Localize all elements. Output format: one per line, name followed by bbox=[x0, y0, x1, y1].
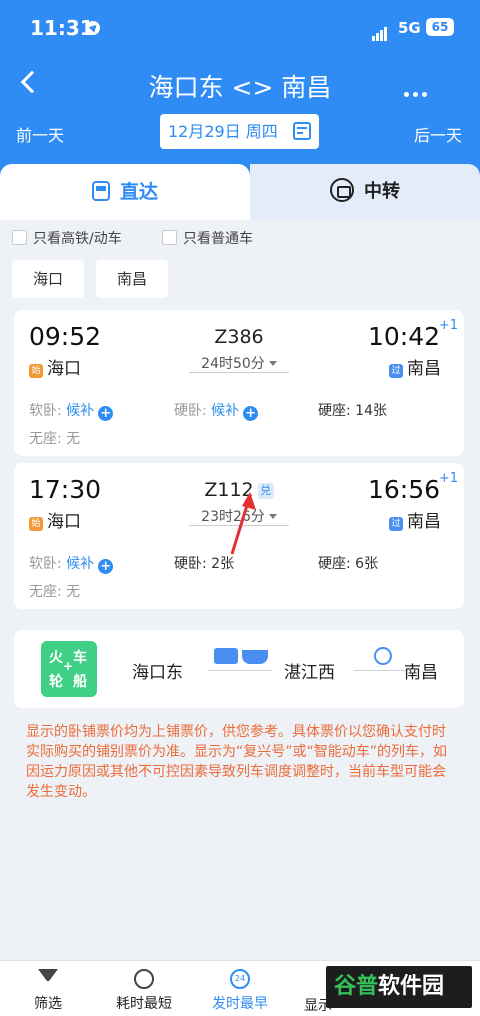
next-day-button[interactable]: 后一天 bbox=[414, 122, 462, 146]
sort-duration-button[interactable]: 耗时最短 bbox=[96, 969, 192, 1013]
sort-earliest-button[interactable]: 24 发时最早 bbox=[192, 969, 288, 1013]
calendar-icon bbox=[293, 122, 311, 140]
checkbox-icon bbox=[162, 230, 177, 245]
pass-badge: 过 bbox=[389, 517, 403, 531]
pass-badge: 过 bbox=[389, 364, 403, 378]
network-label: 5G bbox=[398, 19, 421, 37]
transfer-icon bbox=[330, 178, 354, 202]
date-label: 12月29日 周四 bbox=[168, 122, 278, 141]
seat-no-seat: 无座: 无 bbox=[29, 584, 81, 600]
seat-hard-seat: 硬座: 14张 bbox=[318, 403, 387, 419]
watermark-logo: 谷普软件园 bbox=[326, 966, 472, 1008]
fare-notice: 显示的卧铺票价均为上铺票价，供您参考。具体票价以您确认支付时实际购买的铺别票价为… bbox=[26, 724, 448, 800]
train-icon bbox=[91, 180, 110, 201]
seat-hard-seat: 硬座: 6张 bbox=[318, 556, 379, 572]
transfer-via-station: 湛江西 bbox=[284, 663, 335, 683]
transfer-from-station: 海口东 bbox=[132, 663, 183, 683]
start-badge: 始 bbox=[29, 364, 43, 378]
status-time: 11:31 bbox=[30, 16, 94, 40]
chevron-down-icon bbox=[268, 361, 277, 366]
divider bbox=[354, 670, 406, 671]
day-offset: +1 bbox=[438, 318, 458, 333]
train-card-z386[interactable]: 09:52 Z386 24时50分 10:42 +1 始海口 过南昌 软卧: 候… bbox=[14, 310, 464, 456]
depart-station: 始海口 bbox=[29, 354, 81, 379]
divider bbox=[208, 670, 272, 671]
station-filter-haikou[interactable]: 海口 bbox=[12, 260, 84, 298]
signal-icon bbox=[372, 22, 388, 41]
arrive-station: 过南昌 bbox=[389, 354, 441, 379]
arrive-station: 过南昌 bbox=[389, 507, 441, 532]
train-station-icon bbox=[374, 647, 392, 665]
seat-soft-sleeper[interactable]: 软卧: 候补 + bbox=[29, 400, 114, 421]
clock-icon bbox=[134, 969, 154, 989]
seat-no-seat: 无座: 无 bbox=[29, 431, 81, 447]
checkbox-icon bbox=[12, 230, 27, 245]
chevron-down-icon bbox=[268, 514, 277, 519]
annotation-arrow-icon bbox=[230, 492, 256, 555]
tab-direct[interactable]: 直达 bbox=[0, 164, 250, 220]
battery-icon: 65 bbox=[426, 18, 454, 36]
add-waitlist-icon[interactable]: + bbox=[98, 559, 114, 574]
more-icon[interactable] bbox=[404, 82, 431, 101]
divider bbox=[189, 372, 289, 373]
normal-only-checkbox[interactable]: 只看普通车 bbox=[162, 228, 253, 248]
add-waitlist-icon[interactable]: + bbox=[98, 406, 114, 421]
arrive-time: 10:42 bbox=[367, 322, 440, 351]
ferry-badge-icon: 火 车 轮 + 船 bbox=[41, 641, 97, 697]
transfer-to-station: 南昌 bbox=[404, 663, 438, 683]
24h-icon: 24 bbox=[230, 969, 250, 989]
bus-icon bbox=[214, 648, 238, 664]
start-badge: 始 bbox=[29, 517, 43, 531]
depart-station: 始海口 bbox=[29, 507, 81, 532]
prev-day-button[interactable]: 前一天 bbox=[16, 122, 64, 146]
high-speed-only-checkbox[interactable]: 只看高铁/动车 bbox=[12, 228, 122, 248]
ferry-transfer-card[interactable]: 火 车 轮 + 船 海口东 湛江西 南昌 bbox=[14, 630, 464, 708]
location-icon bbox=[86, 21, 100, 35]
arrive-time: 16:56 bbox=[367, 475, 440, 504]
status-bar: 11:31 5G 65 bbox=[0, 14, 480, 46]
tab-bar: 直达 中转 bbox=[0, 164, 480, 220]
day-offset: +1 bbox=[438, 471, 458, 486]
date-picker[interactable]: 12月29日 周四 bbox=[160, 114, 319, 149]
ship-icon bbox=[242, 650, 268, 664]
filter-button[interactable]: 筛选 bbox=[0, 969, 96, 1013]
add-waitlist-icon[interactable]: + bbox=[243, 406, 259, 421]
tab-transfer[interactable]: 中转 bbox=[250, 164, 480, 220]
seat-hard-sleeper[interactable]: 硬卧: 候补 + bbox=[174, 400, 259, 421]
station-filter-nanchang[interactable]: 南昌 bbox=[96, 260, 168, 298]
funnel-icon bbox=[38, 969, 58, 989]
seat-soft-sleeper[interactable]: 软卧: 候补 + bbox=[29, 553, 114, 574]
